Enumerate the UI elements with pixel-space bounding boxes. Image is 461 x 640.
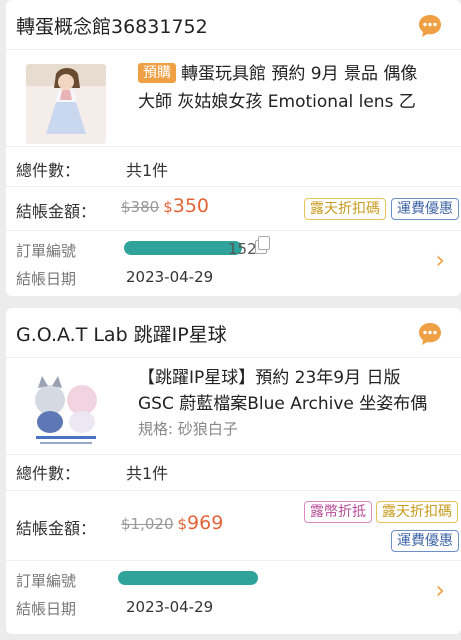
- shop-header[interactable]: 轉蛋概念館36831752: [6, 0, 461, 50]
- product-image[interactable]: [26, 370, 106, 450]
- original-price: $1,020: [121, 515, 174, 533]
- product-title-line1[interactable]: 預購 轉蛋玩具館 預約 9月 景品 偶像: [138, 62, 447, 87]
- shop-name[interactable]: 轉蛋概念館36831752: [16, 12, 208, 39]
- checkout-date: 2023-04-29: [126, 598, 214, 616]
- product-spec: 規格: 砂狼白子: [138, 420, 238, 438]
- total-count-label: 總件數：: [16, 161, 81, 180]
- chat-bubble-icon[interactable]: [417, 13, 443, 39]
- checkout-date-label: 結帳日期: [16, 270, 77, 288]
- coupon-code-badge[interactable]: 露天折扣碼: [304, 198, 386, 220]
- total-count-label: 總件數：: [16, 464, 81, 483]
- total-count-value: 共1件: [126, 464, 169, 483]
- shop-name[interactable]: G.O.A.T Lab 跳躍IP星球: [16, 320, 227, 347]
- final-price: 350: [172, 195, 209, 217]
- checkout-amount: $1,020 $969: [121, 512, 223, 534]
- chevron-right-icon[interactable]: ›: [435, 246, 445, 274]
- redacted-order-number: [124, 241, 242, 255]
- checkout-date-label: 結帳日期: [16, 600, 77, 618]
- shipping-discount-badge[interactable]: 運費優惠: [391, 530, 459, 552]
- order-number-tail: 152: [228, 240, 257, 258]
- copy-icon[interactable]: [255, 236, 270, 254]
- product-title-line1[interactable]: 【跳躍IP星球】預約 23年9月 日版: [138, 366, 447, 391]
- coupon-code-badge[interactable]: 露天折扣碼: [376, 501, 458, 523]
- product-image[interactable]: [26, 64, 106, 144]
- original-price: $380: [121, 198, 160, 216]
- shop-header[interactable]: G.O.A.T Lab 跳躍IP星球: [6, 308, 461, 358]
- total-count-value: 共1件: [126, 161, 169, 180]
- checkout-date: 2023-04-29: [126, 268, 214, 286]
- order-card: 轉蛋概念館36831752 預購 轉蛋玩具館 預約 9月 景品 偶像 大師 灰姑娘…: [6, 0, 461, 296]
- order-number-label: 訂單編號: [16, 572, 77, 590]
- checkout-amount-label: 結帳金額：: [16, 519, 97, 538]
- final-price: 969: [187, 512, 224, 534]
- order-number-label: 訂單編號: [16, 242, 77, 260]
- chevron-right-icon[interactable]: ›: [435, 576, 445, 604]
- product-title-line2[interactable]: 大師 灰姑娘女孩 Emotional lens 乙: [138, 90, 447, 115]
- chat-bubble-icon[interactable]: [417, 321, 443, 347]
- coin-deduction-badge[interactable]: 露幣折抵: [304, 501, 372, 523]
- checkout-amount: $380 $350: [121, 195, 209, 217]
- currency-symbol: $: [163, 198, 173, 216]
- shipping-discount-badge[interactable]: 運費優惠: [391, 198, 459, 220]
- redacted-order-number: [118, 571, 258, 585]
- preorder-tag: 預購: [138, 63, 176, 83]
- order-card: G.O.A.T Lab 跳躍IP星球 【跳躍IP星球】預約 23年9月 日版 G…: [6, 308, 461, 634]
- checkout-amount-label: 結帳金額：: [16, 202, 97, 221]
- product-title-line2[interactable]: GSC 蔚藍檔案Blue Archive 坐姿布偶: [138, 392, 447, 417]
- currency-symbol: $: [177, 515, 188, 533]
